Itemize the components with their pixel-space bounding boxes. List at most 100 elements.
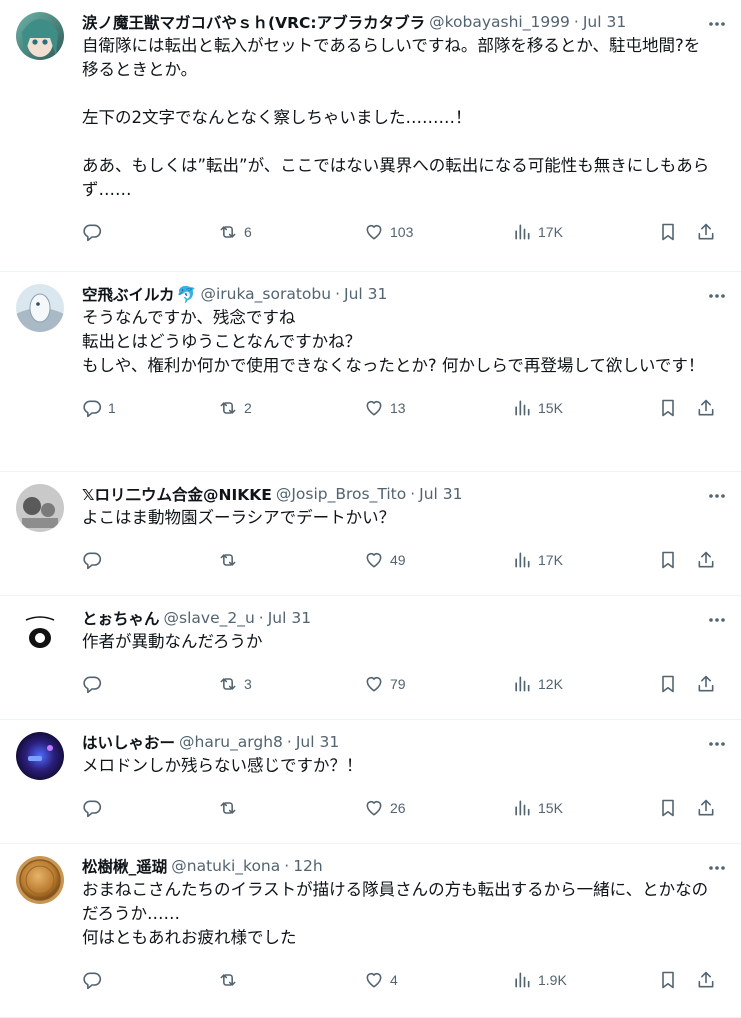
- heart-icon: [366, 676, 382, 692]
- tweet-text: メロドンしか残らない感じですか？！: [82, 756, 363, 775]
- retweet-button[interactable]: [218, 784, 244, 832]
- avatar[interactable]: [16, 608, 64, 656]
- more-options-icon[interactable]: [705, 14, 729, 34]
- display-name[interactable]: 涙ノ魔王獣マガコバやｓｈ(VRC:アブラカタブラ: [82, 11, 425, 33]
- like-button[interactable]: 49: [364, 536, 406, 584]
- retweet-button[interactable]: [218, 536, 244, 584]
- avatar[interactable]: [16, 484, 64, 532]
- avatar[interactable]: [16, 284, 64, 332]
- user-handle[interactable]: @Josip_Bros_Tito: [276, 485, 406, 503]
- separator-dot: ·: [284, 857, 290, 875]
- timestamp[interactable]: Jul 31: [344, 285, 387, 303]
- bookmark-button[interactable]: [658, 784, 678, 832]
- reply-button[interactable]: [82, 208, 108, 256]
- timestamp[interactable]: Jul 31: [419, 485, 462, 503]
- tweet[interactable]: 松樹楸_遥瑚 @natuki_kona · 12h おまねこさんたちのイラストが…: [0, 844, 741, 1018]
- tweet[interactable]: 涙ノ魔王獣マガコバやｓｈ(VRC:アブラカタブラ @kobayashi_1999…: [0, 0, 741, 272]
- views-button[interactable]: 1.9K: [512, 956, 567, 1004]
- more-options-icon[interactable]: [705, 486, 729, 506]
- view-count: 15K: [538, 800, 563, 816]
- bookmark-button[interactable]: [658, 384, 678, 432]
- like-button[interactable]: 26: [364, 784, 406, 832]
- tweet[interactable]: とぉちゃん @slave_2_u · Jul 31 作者が異動なんだろうか 3: [0, 596, 741, 720]
- tweet-header: はいしゃおー @haru_argh8 · Jul 31: [82, 730, 725, 754]
- bookmark-button[interactable]: [658, 536, 678, 584]
- avatar[interactable]: [16, 732, 64, 780]
- reply-button[interactable]: [82, 784, 108, 832]
- views-button[interactable]: 12K: [512, 660, 563, 708]
- display-name[interactable]: 空飛ぶイルカ: [82, 283, 175, 305]
- reply-button[interactable]: [82, 660, 108, 708]
- share-button[interactable]: [696, 956, 716, 1004]
- retweet-button[interactable]: 6: [218, 208, 252, 256]
- user-handle[interactable]: @kobayashi_1999: [429, 13, 570, 31]
- heart-icon: [366, 552, 382, 568]
- reply-icon: [83, 552, 102, 570]
- retweet-button[interactable]: 2: [218, 384, 252, 432]
- views-button[interactable]: 15K: [512, 384, 563, 432]
- user-handle[interactable]: @slave_2_u: [164, 609, 255, 627]
- like-count: 49: [390, 552, 406, 568]
- retweet-icon: [220, 974, 236, 986]
- view-count: 1.9K: [538, 972, 567, 988]
- heart-icon: [366, 800, 382, 816]
- reply-button[interactable]: [82, 536, 108, 584]
- tweet[interactable]: 空飛ぶイルカ 🐬 @iruka_soratobu · Jul 31 そうなんです…: [0, 272, 741, 472]
- share-button[interactable]: [696, 536, 716, 584]
- user-handle[interactable]: @iruka_soratobu: [200, 285, 331, 303]
- share-icon: [698, 223, 714, 240]
- retweet-button[interactable]: [218, 956, 244, 1004]
- action-bar: 4 1.9K: [82, 956, 725, 1004]
- display-name[interactable]: とぉちゃん: [82, 607, 160, 629]
- like-count: 4: [390, 972, 398, 988]
- timestamp[interactable]: Jul 31: [583, 13, 626, 31]
- bookmark-button[interactable]: [658, 660, 678, 708]
- more-options-icon[interactable]: [705, 734, 729, 754]
- retweet-count: 3: [244, 676, 252, 692]
- views-button[interactable]: 17K: [512, 208, 563, 256]
- like-button[interactable]: 103: [364, 208, 413, 256]
- share-button[interactable]: [696, 660, 716, 708]
- more-options-icon[interactable]: [705, 286, 729, 306]
- display-name[interactable]: 松樹楸_遥瑚: [82, 855, 167, 877]
- display-name[interactable]: はいしゃおー: [82, 731, 175, 753]
- share-icon: [698, 399, 714, 416]
- separator-dot: ·: [410, 485, 416, 503]
- more-options-icon[interactable]: [705, 610, 729, 630]
- timestamp[interactable]: Jul 31: [268, 609, 311, 627]
- like-button[interactable]: 4: [364, 956, 398, 1004]
- tweet[interactable]: 𝕏ロリ二ウム合金@NIKKE @Josip_Bros_Tito · Jul 31…: [0, 472, 741, 596]
- reply-button[interactable]: 1: [82, 384, 116, 432]
- share-button[interactable]: [696, 784, 716, 832]
- reply-button[interactable]: [82, 956, 108, 1004]
- views-button[interactable]: 15K: [512, 784, 563, 832]
- dolphin-emoji: 🐬: [176, 284, 197, 304]
- share-button[interactable]: [696, 384, 716, 432]
- more-options-icon[interactable]: [705, 858, 729, 878]
- bookmark-button[interactable]: [658, 956, 678, 1004]
- like-button[interactable]: 79: [364, 660, 406, 708]
- like-button[interactable]: 13: [364, 384, 406, 432]
- views-chart-icon: [515, 224, 530, 240]
- tweet[interactable]: はいしゃおー @haru_argh8 · Jul 31 メロドンしか残らない感じ…: [0, 720, 741, 844]
- avatar[interactable]: [16, 856, 64, 904]
- share-icon: [698, 551, 714, 568]
- views-button[interactable]: 17K: [512, 536, 563, 584]
- heart-icon: [366, 400, 382, 416]
- bookmark-button[interactable]: [658, 208, 678, 256]
- views-chart-icon: [515, 400, 530, 416]
- timestamp[interactable]: Jul 31: [296, 733, 339, 751]
- user-handle[interactable]: @natuki_kona: [171, 857, 280, 875]
- retweet-button[interactable]: 3: [218, 660, 252, 708]
- retweet-count: 2: [244, 400, 252, 416]
- timestamp[interactable]: 12h: [293, 857, 323, 875]
- tweet-text: おまねこさんたちのイラストが描ける隊員さんの方も転出するから一緒に、とかなのだろ…: [82, 880, 709, 947]
- bookmark-icon: [662, 223, 674, 241]
- view-count: 17K: [538, 224, 563, 240]
- avatar[interactable]: [16, 12, 64, 60]
- tweet-header: 松樹楸_遥瑚 @natuki_kona · 12h: [82, 854, 725, 878]
- user-handle[interactable]: @haru_argh8: [179, 733, 283, 751]
- display-name[interactable]: 𝕏ロリ二ウム合金@NIKKE: [82, 483, 272, 505]
- share-button[interactable]: [696, 208, 716, 256]
- tweet-text: 自衛隊には転出と転入がセットであるらしいですね。部隊を移るとか、駐屯地間?を移る…: [82, 36, 710, 199]
